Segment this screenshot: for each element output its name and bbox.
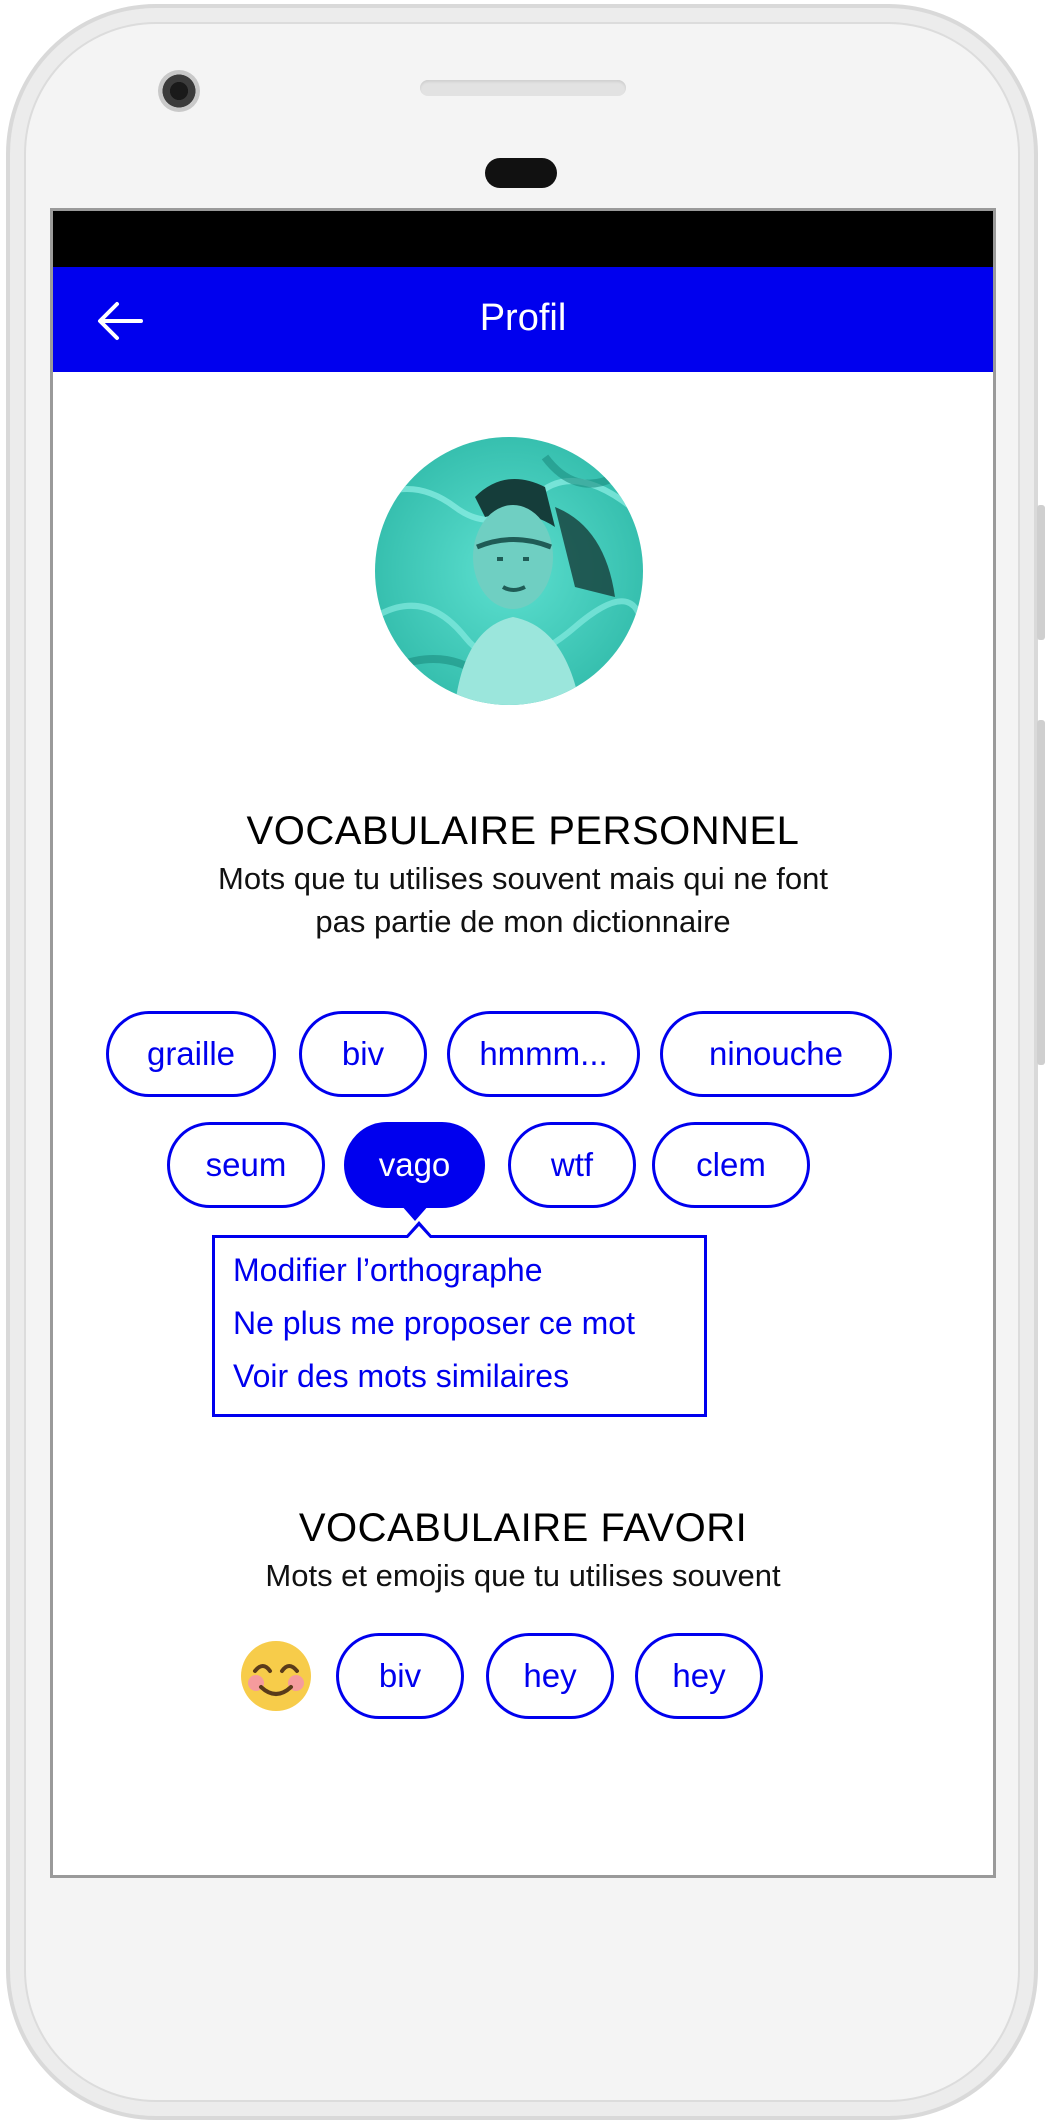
word-context-menu: Modifier l’orthographe Ne plus me propos… (212, 1221, 707, 1417)
favorite-vocab-title: VOCABULAIRE FAVORI (298, 1506, 748, 1550)
proximity-sensor (485, 158, 557, 188)
personal-vocab-subtitle-line1: Mots que tu utilises souvent mais qui ne… (218, 861, 828, 896)
word-chip-wtf[interactable]: wtf (508, 1122, 636, 1208)
volume-button (1037, 720, 1045, 1065)
menu-item-similar-words[interactable]: Voir des mots similaires (233, 1358, 569, 1395)
smiling-face-emoji-icon[interactable] (239, 1639, 313, 1713)
word-chip-clem[interactable]: clem (652, 1122, 810, 1208)
page-title: Profil (479, 297, 567, 339)
menu-item-edit-spelling[interactable]: Modifier l’orthographe (233, 1252, 543, 1289)
app-bar: Profil (53, 267, 993, 372)
word-chip-graille[interactable]: graille (106, 1011, 276, 1097)
word-chip-vago-selected[interactable]: vago (344, 1122, 485, 1221)
menu-item-stop-suggesting[interactable]: Ne plus me proposer ce mot (233, 1305, 635, 1342)
favorite-chip-biv[interactable]: biv (336, 1633, 464, 1719)
screen: Profil VOCABULAIRE PERSONNEL Mots que tu… (50, 208, 996, 1878)
word-chip-hmmm[interactable]: hmmm... (447, 1011, 640, 1097)
favorite-vocab-subtitle: Mots et emojis que tu utilises souvent (265, 1558, 781, 1593)
status-bar (53, 211, 993, 267)
front-camera (158, 70, 200, 112)
word-chip-seum[interactable]: seum (167, 1122, 325, 1208)
power-button (1037, 505, 1045, 640)
avatar-photo (375, 437, 643, 705)
favorite-chip-hey-1[interactable]: hey (486, 1633, 614, 1719)
word-chip-biv[interactable]: biv (299, 1011, 427, 1097)
earpiece-speaker (420, 80, 626, 96)
personal-vocab-title: VOCABULAIRE PERSONNEL (246, 809, 800, 853)
favorite-chip-hey-2[interactable]: hey (635, 1633, 763, 1719)
avatar[interactable] (375, 437, 643, 705)
word-chip-ninouche[interactable]: ninouche (660, 1011, 892, 1097)
personal-vocab-subtitle-line2: pas partie de mon dictionnaire (315, 904, 731, 939)
